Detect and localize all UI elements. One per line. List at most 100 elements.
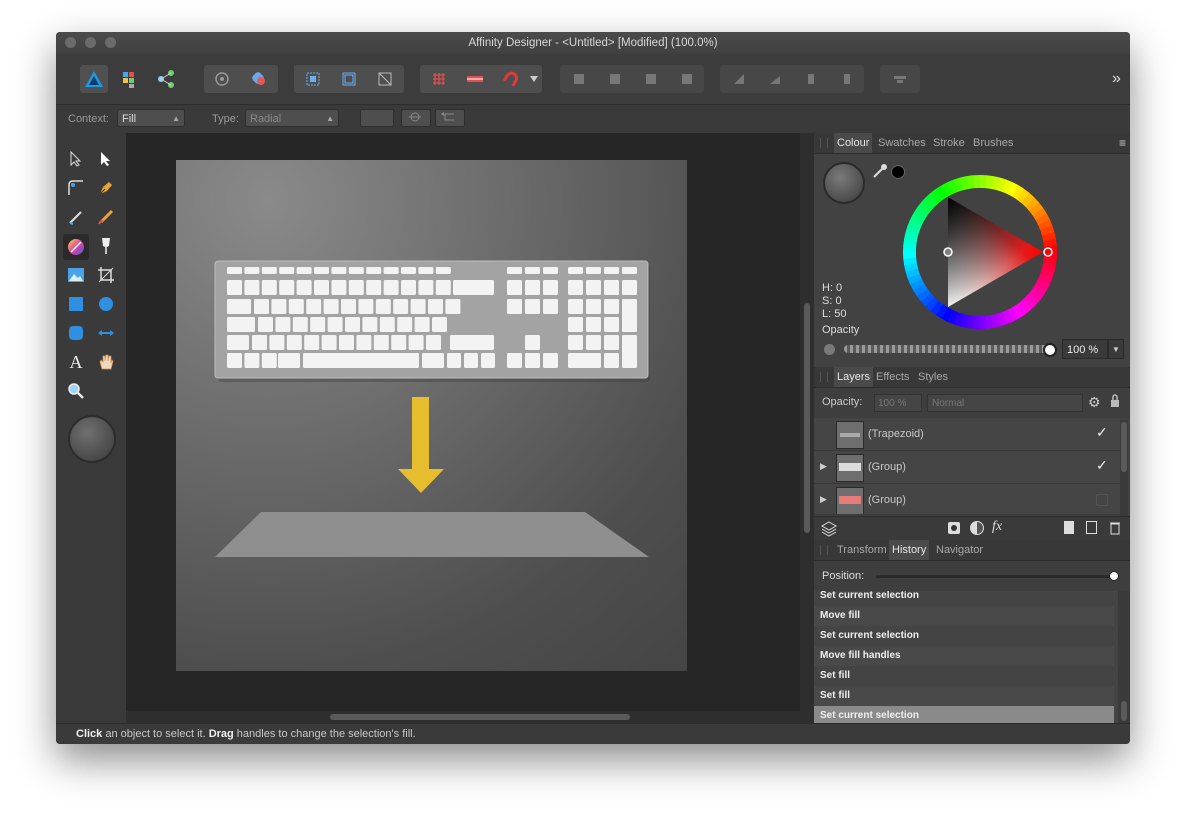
canvas[interactable]: [126, 133, 800, 711]
history-item-selected[interactable]: Set current selection: [814, 706, 1114, 723]
reverse-fill-button[interactable]: [401, 109, 431, 127]
grid-icon[interactable]: [425, 65, 453, 93]
align-icon[interactable]: [886, 65, 914, 93]
opacity-reset-icon[interactable]: [824, 344, 835, 355]
move-forward-icon[interactable]: [637, 65, 665, 93]
eyedropper-icon[interactable]: [872, 163, 888, 182]
lock-icon[interactable]: [1110, 394, 1120, 411]
fill-undo-button[interactable]: [435, 109, 465, 127]
visibility-check-icon[interactable]: ✓: [1096, 457, 1108, 474]
tab-history[interactable]: History: [889, 540, 930, 560]
history-item[interactable]: Move fill handles: [814, 646, 1114, 666]
view-tool-icon[interactable]: [94, 350, 118, 374]
node-tool-icon[interactable]: [94, 147, 118, 171]
select-bounds-icon[interactable]: [299, 65, 327, 93]
colour-wheel[interactable]: [903, 175, 1057, 329]
panel-menu-icon[interactable]: ≡: [1119, 136, 1126, 150]
context-select[interactable]: Fill ▲: [117, 109, 185, 127]
transform-bounds-icon[interactable]: [335, 65, 363, 93]
tab-effects[interactable]: Effects: [873, 367, 912, 387]
tab-navigator[interactable]: Navigator: [933, 540, 986, 560]
history-slider-handle[interactable]: [1109, 571, 1119, 581]
snapping-dropdown-icon[interactable]: [526, 65, 542, 93]
export-persona-icon[interactable]: [152, 65, 180, 93]
opacity-slider[interactable]: [844, 345, 1048, 353]
blend-mode-select[interactable]: Normal: [927, 394, 1083, 412]
place-image-tool-icon[interactable]: [64, 263, 88, 287]
colour-preview-well[interactable]: [823, 162, 865, 204]
layers-scroll-thumb[interactable]: [1121, 422, 1127, 472]
opacity-dropdown-icon[interactable]: ▼: [1108, 339, 1124, 359]
layer-row[interactable]: (Trapezoid) ✓: [814, 418, 1120, 451]
history-item[interactable]: Set current selection: [814, 591, 1114, 606]
pixel-persona-icon[interactable]: [116, 65, 144, 93]
rounded-rectangle-tool-icon[interactable]: [64, 321, 88, 345]
add-layer-icon[interactable]: [1064, 521, 1074, 534]
transparency-tool-icon[interactable]: [94, 234, 118, 258]
zoom-tool-icon[interactable]: [64, 379, 88, 403]
layers-stack-icon[interactable]: [820, 520, 838, 541]
tab-stroke[interactable]: Stroke: [930, 133, 968, 153]
history-item[interactable]: Set current selection: [814, 626, 1114, 646]
fill-colour-well[interactable]: [68, 415, 116, 463]
designer-persona-icon[interactable]: [80, 65, 108, 93]
fx-icon[interactable]: fx: [992, 519, 1002, 535]
ellipse-tool-icon[interactable]: [94, 292, 118, 316]
move-to-back-icon[interactable]: [565, 65, 593, 93]
guides-icon[interactable]: [461, 65, 489, 93]
vertical-scroll-thumb[interactable]: [804, 303, 810, 533]
tab-layers[interactable]: Layers: [834, 367, 874, 387]
fill-tool-icon[interactable]: [63, 234, 89, 260]
mask-icon[interactable]: [948, 522, 960, 534]
artboard[interactable]: [176, 160, 687, 671]
rotate-bounds-icon[interactable]: [371, 65, 399, 93]
layers-scrollbar[interactable]: [1120, 420, 1128, 516]
pen-tool-icon[interactable]: [94, 176, 118, 200]
pencil-tool-icon[interactable]: [64, 205, 88, 229]
rotate-left-icon[interactable]: [797, 65, 825, 93]
history-item[interactable]: Set fill: [814, 686, 1114, 706]
history-item[interactable]: Move fill: [814, 606, 1114, 626]
history-scroll-thumb[interactable]: [1121, 701, 1127, 721]
history-scrollbar[interactable]: [1118, 591, 1130, 723]
visibility-checkbox[interactable]: [1096, 494, 1108, 506]
expand-triangle-icon[interactable]: ▶: [820, 494, 827, 505]
history-position-slider[interactable]: [876, 575, 1114, 578]
layer-opacity-select[interactable]: 100 %: [874, 394, 922, 412]
zoom-window-button[interactable]: [105, 37, 116, 48]
crop-tool-icon[interactable]: [94, 263, 118, 287]
opacity-slider-handle[interactable]: [1043, 343, 1057, 357]
duplicate-layer-icon[interactable]: [1086, 521, 1097, 534]
vertical-scrollbar[interactable]: [800, 133, 814, 723]
gear-icon[interactable]: ⚙: [1088, 394, 1101, 411]
new-shape-icon[interactable]: [208, 65, 236, 93]
expand-triangle-icon[interactable]: ▶: [820, 461, 827, 472]
close-window-button[interactable]: [65, 37, 76, 48]
horizontal-scrollbar[interactable]: [126, 711, 800, 723]
minimize-window-button[interactable]: [85, 37, 96, 48]
boolean-icon[interactable]: [245, 65, 273, 93]
tab-swatches[interactable]: Swatches: [875, 133, 929, 153]
trash-icon[interactable]: [1110, 521, 1120, 538]
move-tool-icon[interactable]: [64, 147, 88, 171]
toolbar-overflow-button[interactable]: »: [1112, 70, 1121, 88]
tab-styles[interactable]: Styles: [915, 367, 951, 387]
vector-brush-tool-icon[interactable]: [94, 205, 118, 229]
flip-vertical-icon[interactable]: [761, 65, 789, 93]
flip-horizontal-icon[interactable]: [725, 65, 753, 93]
horizontal-scroll-thumb[interactable]: [330, 714, 630, 720]
rectangle-tool-icon[interactable]: [64, 292, 88, 316]
opacity-input[interactable]: 100 %: [1062, 339, 1108, 359]
move-back-icon[interactable]: [601, 65, 629, 93]
corner-tool-icon[interactable]: [64, 176, 88, 200]
history-item[interactable]: Set fill: [814, 666, 1114, 686]
line-tool-icon[interactable]: [94, 321, 118, 345]
tab-colour[interactable]: Colour: [834, 133, 873, 153]
visibility-check-icon[interactable]: ✓: [1096, 424, 1108, 441]
layer-row[interactable]: ▶ (Group): [814, 484, 1120, 515]
fill-swatch-well[interactable]: [360, 109, 394, 127]
rotate-right-icon[interactable]: [833, 65, 861, 93]
snapping-magnet-icon[interactable]: [497, 65, 525, 93]
tab-brushes[interactable]: Brushes: [970, 133, 1016, 153]
layer-row[interactable]: ▶ (Group) ✓: [814, 451, 1120, 484]
